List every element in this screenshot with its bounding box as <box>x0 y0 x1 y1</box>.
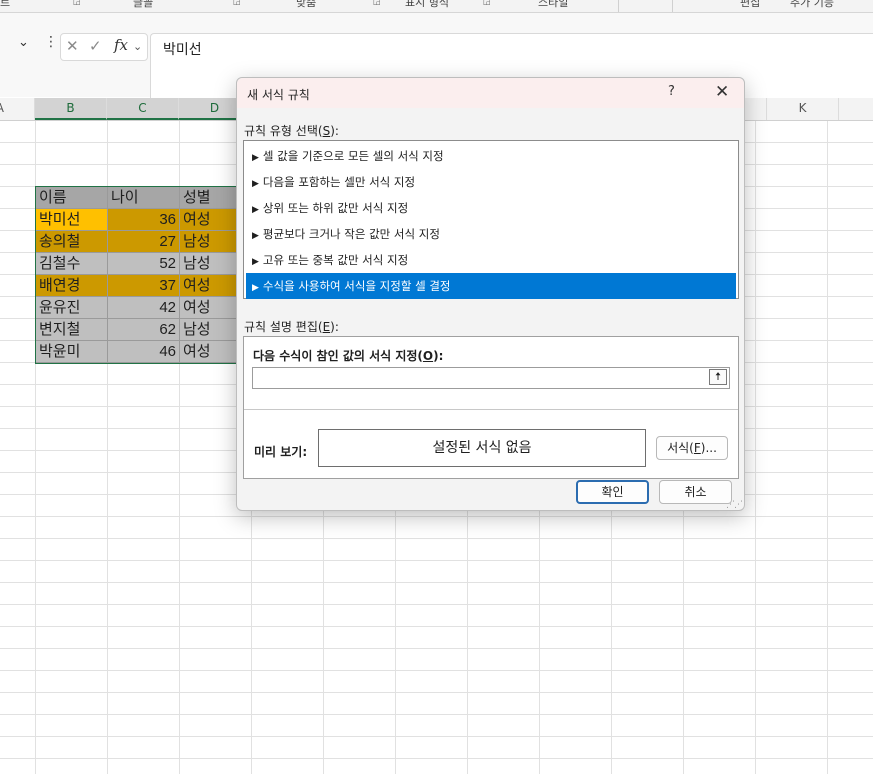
ribbon-group-number: 표시 형식 <box>405 0 449 9</box>
formula-content: 박미선 <box>163 42 202 58</box>
name-box-dropdown-icon[interactable]: ⌄ <box>18 35 29 50</box>
header-cell-name[interactable]: 이름 <box>36 187 108 209</box>
more-options-icon[interactable]: ⋮ <box>44 34 58 50</box>
chevron-down-icon[interactable]: ⌄ <box>133 40 142 53</box>
triangle-right-icon: ▶ <box>252 179 259 189</box>
cell-gender[interactable]: 남성 <box>180 231 240 253</box>
dialog-title-bar[interactable]: 새 서식 규칙 ? ✕ <box>237 78 744 108</box>
triangle-right-icon: ▶ <box>252 257 259 267</box>
insert-function-icon[interactable]: fx <box>114 36 128 54</box>
table-row: 박윤미 46 여성 <box>36 341 240 363</box>
ribbon-separator <box>618 0 619 12</box>
cell-age[interactable]: 46 <box>108 341 180 363</box>
header-cell-gender[interactable]: 성별 <box>180 187 240 209</box>
table-row: 변지철 62 남성 <box>36 319 240 341</box>
cell-age[interactable]: 52 <box>108 253 180 275</box>
triangle-right-icon: ▶ <box>252 153 259 163</box>
format-button[interactable]: 서식(F)... <box>656 436 728 460</box>
column-header-c[interactable]: C <box>107 98 179 120</box>
cell-gender[interactable]: 남성 <box>180 319 240 341</box>
column-header-k[interactable]: K <box>767 98 839 120</box>
dialog-title: 새 서식 규칙 <box>247 88 310 102</box>
cell-name[interactable]: 배연경 <box>36 275 108 297</box>
enter-entry-icon[interactable]: ✓ <box>89 37 102 55</box>
cell-age[interactable]: 42 <box>108 297 180 319</box>
ribbon-separator <box>672 0 673 12</box>
triangle-right-icon: ▶ <box>252 231 259 241</box>
cell-age[interactable]: 37 <box>108 275 180 297</box>
dialog-launcher-icon[interactable]: ◲ <box>373 0 381 6</box>
cell-gender[interactable]: 여성 <box>180 297 240 319</box>
ribbon-group-styles: 스타일 <box>538 0 569 9</box>
table-row: 윤유진 42 여성 <box>36 297 240 319</box>
rule-type-item[interactable]: ▶ 평균보다 크거나 작은 값만 서식 지정 <box>246 221 736 247</box>
help-button[interactable]: ? <box>668 84 675 99</box>
cell-gender[interactable]: 남성 <box>180 253 240 275</box>
ribbon-group-editing: 편집 <box>740 0 761 9</box>
rule-type-list[interactable]: ▶ 셀 값을 기준으로 모든 셀의 서식 지정 ▶ 다음을 포함하는 셀만 서식 지… <box>243 140 739 299</box>
ribbon-group-font: 글꼴 <box>133 0 154 9</box>
dialog-launcher-icon[interactable]: ◲ <box>73 0 81 6</box>
table-row: 송의철 27 남성 <box>36 231 240 253</box>
ribbon-group-label: 르 <box>0 0 11 9</box>
formula-buttons: ✕ ✓ fx ⌄ <box>60 33 148 61</box>
cell-gender[interactable]: 여성 <box>180 209 240 231</box>
cell-name[interactable]: 김철수 <box>36 253 108 275</box>
rule-description-label: 규칙 설명 편집(E): <box>244 320 339 334</box>
cancel-entry-icon[interactable]: ✕ <box>66 37 79 55</box>
table-row: 배연경 37 여성 <box>36 275 240 297</box>
ok-button[interactable]: 확인 <box>576 480 649 504</box>
cell-gender[interactable]: 여성 <box>180 275 240 297</box>
triangle-right-icon: ▶ <box>252 205 259 215</box>
cell-name[interactable]: 변지철 <box>36 319 108 341</box>
column-header-b[interactable]: B <box>35 98 107 120</box>
column-header-a[interactable]: A <box>0 98 35 120</box>
ribbon-group-labels: 르 ◲ 글꼴 ◲ 맞춤 ◲ 표시 형식 ◲ 스타일 편집 추가 기능 <box>0 0 873 13</box>
rule-type-item[interactable]: ▶ 상위 또는 하위 값만 서식 지정 <box>246 195 736 221</box>
table-row: 박미선 36 여성 <box>36 209 240 231</box>
cell-name[interactable]: 윤유진 <box>36 297 108 319</box>
cell-age[interactable]: 27 <box>108 231 180 253</box>
cell-age[interactable]: 62 <box>108 319 180 341</box>
data-table: 이름 나이 성별 박미선 36 여성 송의철 27 남성 김철수 52 남성 배… <box>35 186 241 364</box>
cell-age[interactable]: 36 <box>108 209 180 231</box>
divider <box>244 409 738 410</box>
rule-type-item-selected[interactable]: ▶ 수식을 사용하여 서식을 지정할 셀 결정 <box>246 273 736 299</box>
format-preview-box: 설정된 서식 없음 <box>318 429 646 467</box>
cell-gender[interactable]: 여성 <box>180 341 240 363</box>
cell-name[interactable]: 박미선 <box>36 209 108 231</box>
close-icon[interactable]: ✕ <box>715 82 729 102</box>
dialog-launcher-icon[interactable]: ◲ <box>483 0 491 6</box>
header-cell-age[interactable]: 나이 <box>108 187 180 209</box>
dialog-launcher-icon[interactable]: ◲ <box>233 0 241 6</box>
preview-label: 미리 보기: <box>254 445 308 459</box>
formula-prompt-label: 다음 수식이 참인 값의 서식 지정(O): <box>253 349 444 363</box>
rule-type-item[interactable]: ▶ 고유 또는 중복 값만 서식 지정 <box>246 247 736 273</box>
cell-name[interactable]: 박윤미 <box>36 341 108 363</box>
rule-type-item[interactable]: ▶ 다음을 포함하는 셀만 서식 지정 <box>246 169 736 195</box>
rule-formula-input[interactable] <box>252 367 730 389</box>
rule-type-item[interactable]: ▶ 셀 값을 기준으로 모든 셀의 서식 지정 <box>246 143 736 169</box>
cell-name[interactable]: 송의철 <box>36 231 108 253</box>
table-row: 김철수 52 남성 <box>36 253 240 275</box>
triangle-right-icon: ▶ <box>252 283 259 293</box>
resize-grip-icon[interactable]: ⋰⋰ <box>726 500 743 510</box>
new-format-rule-dialog: 새 서식 규칙 ? ✕ 규칙 유형 선택(S): ▶ 셀 값을 기준으로 모든 셀… <box>236 77 745 511</box>
rule-description-panel: 다음 수식이 참인 값의 서식 지정(O): 🠅 미리 보기: 설정된 서식 없… <box>243 336 739 479</box>
collapse-dialog-icon[interactable]: 🠅 <box>709 369 727 385</box>
rule-type-label: 규칙 유형 선택(S): <box>244 124 339 138</box>
ribbon-group-addins: 추가 기능 <box>790 0 834 9</box>
table-header-row: 이름 나이 성별 <box>36 187 240 209</box>
ribbon-group-alignment: 맞춤 <box>296 0 317 9</box>
cancel-button[interactable]: 취소 <box>659 480 732 504</box>
